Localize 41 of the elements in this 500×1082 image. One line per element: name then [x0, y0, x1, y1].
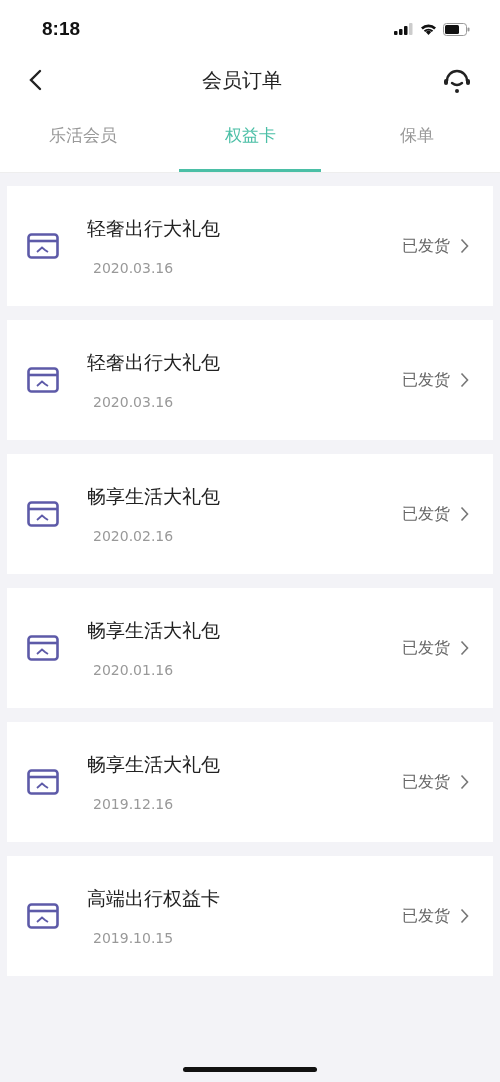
order-status: 已发货: [402, 235, 450, 257]
order-status: 已发货: [402, 369, 450, 391]
order-date: 2020.03.16: [92, 260, 175, 276]
chevron-right-icon: [460, 640, 469, 656]
order-name: 轻奢出行大礼包: [87, 350, 221, 375]
order-name: 轻奢出行大礼包: [87, 216, 221, 241]
card-icon: [27, 233, 59, 259]
chevron-right-icon: [460, 774, 469, 790]
page-title: 会员订单: [202, 66, 282, 94]
order-card[interactable]: 高端出行权益卡 2019.10.15 已发货: [7, 856, 493, 976]
order-date: 2020.03.16: [92, 394, 175, 410]
order-status: 已发货: [402, 503, 450, 525]
order-status: 已发货: [402, 637, 450, 659]
order-date: 2019.12.16: [92, 796, 175, 812]
order-name: 高端出行权益卡: [87, 886, 221, 911]
order-card[interactable]: 畅享生活大礼包 2020.02.16 已发货: [7, 454, 493, 574]
chevron-right-icon: [460, 506, 469, 522]
card-icon: [27, 367, 59, 393]
card-icon: [27, 635, 59, 661]
card-icon: [27, 903, 59, 929]
order-date: 2020.01.16: [92, 662, 175, 678]
card-icon: [27, 769, 59, 795]
wifi-icon: [420, 23, 437, 35]
status-time: 8:18: [42, 18, 81, 40]
order-card[interactable]: 轻奢出行大礼包 2020.03.16 已发货: [7, 320, 493, 440]
order-card[interactable]: 轻奢出行大礼包 2020.03.16 已发货: [7, 186, 493, 306]
order-name: 畅享生活大礼包: [87, 752, 221, 777]
order-status: 已发货: [402, 905, 450, 927]
order-card[interactable]: 畅享生活大礼包 2020.01.16 已发货: [7, 588, 493, 708]
chevron-right-icon: [460, 908, 469, 924]
card-icon: [27, 501, 59, 527]
order-name: 畅享生活大礼包: [87, 484, 221, 509]
order-name: 畅享生活大礼包: [87, 618, 221, 643]
order-date: 2019.10.15: [92, 930, 175, 946]
order-date: 2020.02.16: [92, 528, 175, 544]
chevron-right-icon: [460, 238, 469, 254]
chevron-right-icon: [460, 372, 469, 388]
order-card[interactable]: 畅享生活大礼包 2019.12.16 已发货: [7, 722, 493, 842]
order-status: 已发货: [402, 771, 450, 793]
signal-icon: [394, 23, 414, 35]
battery-icon: [443, 22, 470, 36]
